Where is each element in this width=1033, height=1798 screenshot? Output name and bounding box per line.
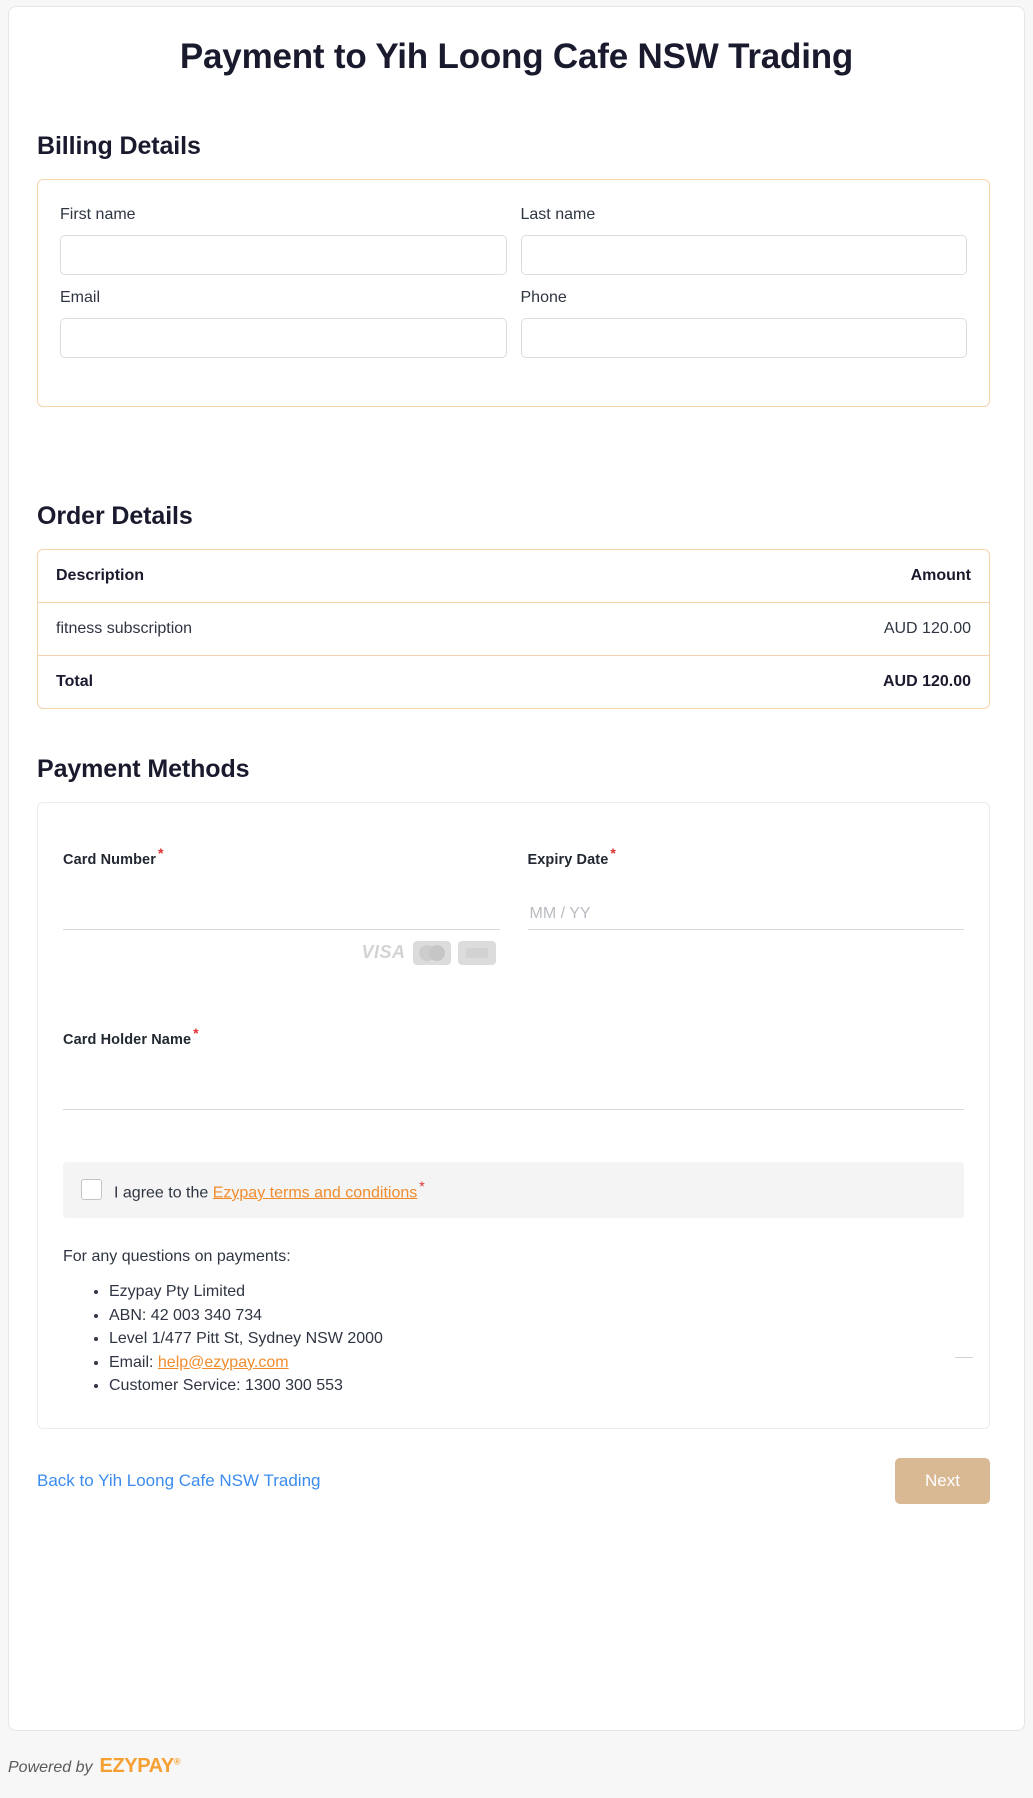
field-first-name: First name (60, 206, 507, 275)
email-input[interactable] (60, 318, 507, 358)
powered-by-text: Powered by (8, 1759, 93, 1776)
column-description: Description (38, 550, 591, 603)
back-to-merchant-link[interactable]: Back to Yih Loong Cafe NSW Trading (37, 1471, 321, 1491)
email-prefix: Email: (109, 1353, 158, 1371)
order-details-section: Order Details Description Amount fitness… (37, 502, 990, 709)
total-amount: AUD 120.00 (590, 655, 989, 708)
next-button[interactable]: Next (895, 1458, 990, 1504)
phone-label: Phone (520, 289, 567, 306)
last-name-label: Last name (520, 206, 596, 223)
list-item: ABN: 42 003 340 734 (109, 1304, 964, 1328)
first-name-input[interactable] (60, 235, 507, 275)
payment-methods-panel: Card Number * VISA Expiry Date * MM / YY… (37, 802, 990, 1429)
card-holder-name-input[interactable] (63, 1083, 964, 1110)
list-item: Ezypay Pty Limited (109, 1280, 964, 1304)
total-label: Total (38, 655, 591, 708)
expiry-date-label-text: Expiry Date (527, 851, 609, 868)
card-holder-name-label: Card Holder Name * (63, 1025, 964, 1048)
terms-agreement-row: I agree to the Ezypay terms and conditio… (63, 1161, 964, 1218)
card-number-label-text: Card Number (63, 851, 156, 868)
column-amount: Amount (590, 550, 989, 603)
help-email-link[interactable]: help@ezypay.com (158, 1354, 289, 1371)
amex-bar (465, 947, 488, 958)
mastercard-icon (412, 940, 451, 965)
payment-card: Payment to Yih Loong Cafe NSW Trading Bi… (8, 6, 1025, 1731)
card-number-input[interactable] (63, 903, 500, 930)
table-row-total: Total AUD 120.00 (38, 655, 989, 708)
mastercard-circles (418, 944, 445, 961)
item-amount: AUD 120.00 (883, 620, 971, 637)
billing-details-section: Billing Details First name Last name Ema… (37, 132, 990, 407)
first-name-label: First name (60, 206, 136, 223)
field-expiry-date: Expiry Date * (527, 845, 965, 965)
card-brand-icons: VISA (63, 940, 500, 965)
page-title: Payment to Yih Loong Cafe NSW Trading (179, 37, 854, 76)
last-name-input[interactable] (520, 235, 967, 275)
payment-methods-heading: Payment Methods (37, 755, 250, 783)
billing-field-grid: First name Last name Email Phone (60, 206, 967, 372)
table-header-row: Description Amount (38, 550, 989, 603)
order-details-heading: Order Details (37, 502, 193, 530)
ezypay-logo: EZYPAY® (100, 1755, 181, 1778)
table-row: fitness subscription AUD 120.00 (38, 603, 989, 656)
email-label: Email (60, 289, 101, 306)
powered-by-ezypay: Powered by EZYPAY® (8, 1755, 180, 1778)
field-last-name: Last name (520, 206, 967, 275)
field-card-number: Card Number * VISA (63, 845, 500, 965)
list-item: Level 1/477 Pitt St, Sydney NSW 2000 (109, 1327, 964, 1351)
billing-details-panel: First name Last name Email Phone (37, 179, 990, 407)
card-holder-grid: Card Holder Name * (63, 1025, 964, 1110)
order-table: Description Amount fitness subscription … (38, 550, 989, 708)
help-list: Ezypay Pty Limited ABN: 42 003 340 734 L… (63, 1280, 964, 1398)
registered-mark: ® (173, 1756, 181, 1767)
terms-prefix: I agree to the (114, 1183, 213, 1201)
help-intro: For any questions on payments: (63, 1247, 291, 1265)
payment-page: Payment to Yih Loong Cafe NSW Trading Bi… (0, 0, 1033, 1798)
required-asterisk: * (157, 845, 164, 861)
field-card-holder-name: Card Holder Name * (63, 1025, 964, 1110)
item-description: fitness subscription (56, 620, 193, 637)
order-table-body: fitness subscription AUD 120.00 Total AU… (38, 603, 989, 708)
terms-and-conditions-link[interactable]: Ezypay terms and conditions (213, 1184, 418, 1201)
list-item: Customer Service: 1300 300 553 (109, 1374, 964, 1398)
field-phone: Phone (520, 289, 967, 358)
card-number-label: Card Number * (63, 845, 500, 868)
billing-details-heading: Billing Details (37, 132, 201, 160)
payment-methods-section: Payment Methods Card Number * VISA Expir… (37, 755, 990, 1429)
ezypay-logo-text: EZYPAY (99, 1755, 175, 1777)
required-asterisk: * (193, 1024, 199, 1041)
required-asterisk: * (610, 845, 616, 861)
order-table-head: Description Amount (38, 550, 989, 603)
payment-field-grid: Card Number * VISA Expiry Date * MM / YY (63, 845, 964, 965)
form-footer: Back to Yih Loong Cafe NSW Trading Next (37, 1450, 990, 1512)
required-asterisk: * (419, 1177, 425, 1194)
terms-checkbox[interactable] (81, 1179, 102, 1201)
card-holder-name-label-text: Card Holder Name (63, 1031, 192, 1048)
list-item-email: Email: help@ezypay.com (109, 1351, 964, 1375)
field-email: Email (60, 289, 507, 358)
phone-input[interactable] (520, 318, 967, 358)
terms-text: I agree to the Ezypay terms and conditio… (114, 1178, 425, 1202)
expiry-date-label: Expiry Date * (528, 845, 965, 868)
visa-icon: VISA (361, 942, 406, 963)
order-details-panel: Description Amount fitness subscription … (37, 549, 990, 709)
amex-icon (457, 940, 496, 965)
expiry-date-input[interactable] (527, 903, 964, 930)
resize-handle-icon[interactable] (955, 1357, 973, 1358)
